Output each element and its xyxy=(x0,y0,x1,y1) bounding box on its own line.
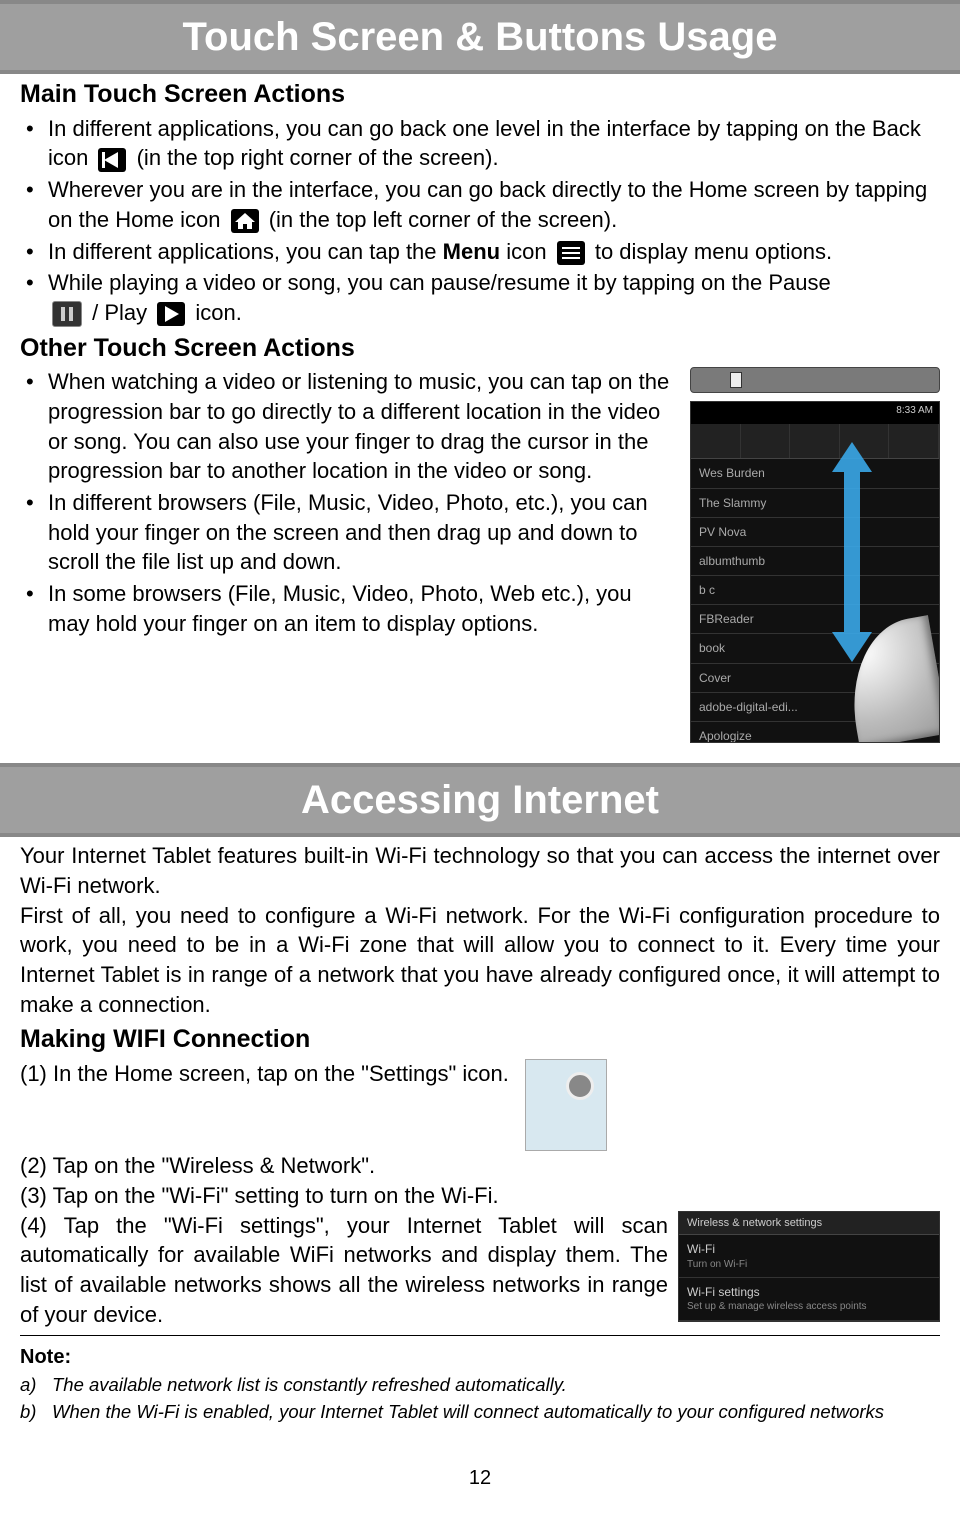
step-text: (1) In the Home screen, tap on the "Sett… xyxy=(20,1061,509,1086)
note-label: b) xyxy=(20,1400,42,1425)
list-item: In some browsers (File, Music, Video, Ph… xyxy=(20,579,678,638)
note-item: a) The available network list is constan… xyxy=(20,1373,940,1398)
body-text: When watching a video or listening to mu… xyxy=(48,369,669,483)
settings-icon-thumbnail xyxy=(525,1059,607,1151)
list-item: albumthumb xyxy=(691,547,939,576)
note-text: The available network list is constantly… xyxy=(52,1373,567,1398)
thumb-header: Wireless & network settings xyxy=(679,1212,939,1236)
back-icon xyxy=(98,148,126,172)
other-bullet-list: When watching a video or listening to mu… xyxy=(20,367,678,638)
body-text: In different applications, you can tap t… xyxy=(48,239,443,264)
list-item: In different browsers (File, Music, Vide… xyxy=(20,488,678,577)
list-item: PV Nova xyxy=(691,518,939,547)
note-item: b) When the Wi-Fi is enabled, your Inter… xyxy=(20,1400,940,1425)
progress-bar-graphic xyxy=(690,367,940,393)
heading-wifi-connection: Making WIFI Connection xyxy=(20,1023,940,1057)
list-item: When watching a video or listening to mu… xyxy=(20,367,678,486)
wifi-settings-thumbnail: Wireless & network settings Wi-Fi Turn o… xyxy=(678,1211,940,1322)
body-text: icon xyxy=(500,239,546,264)
note-text: When the Wi-Fi is enabled, your Internet… xyxy=(52,1400,884,1425)
body-text: icon. xyxy=(195,300,241,325)
page-number: 12 xyxy=(20,1465,940,1492)
body-text: / Play xyxy=(92,300,153,325)
banner-touch-screen: Touch Screen & Buttons Usage xyxy=(0,0,960,74)
main-bullet-list: In different applications, you can go ba… xyxy=(20,114,940,328)
list-item: In different applications, you can tap t… xyxy=(20,237,940,267)
list-item: The Slammy xyxy=(691,489,939,518)
phone-screenshot: 8:33 AM Wes Burden The Slammy PV Nova al… xyxy=(690,401,940,743)
body-text: (in the top right corner of the screen). xyxy=(137,145,499,170)
step-text: (3) Tap on the "Wi-Fi" setting to turn o… xyxy=(20,1181,940,1211)
list-item: b c xyxy=(691,576,939,605)
body-text: to display menu options. xyxy=(595,239,832,264)
thumb-row-sub: Turn on Wi-Fi xyxy=(687,1258,931,1272)
step-text: (2) Tap on the "Wireless & Network". xyxy=(20,1151,940,1181)
list-item: Wherever you are in the interface, you c… xyxy=(20,175,940,234)
body-text: While playing a video or song, you can p… xyxy=(48,270,831,295)
thumb-row: Wi-Fi Turn on Wi-Fi xyxy=(679,1235,939,1278)
thumb-row-title: Wi-Fi xyxy=(687,1241,931,1257)
divider xyxy=(20,1335,940,1336)
body-text: In some browsers (File, Music, Video, Ph… xyxy=(48,581,632,636)
thumb-row-title: Wi-Fi settings xyxy=(687,1284,931,1300)
pause-icon xyxy=(52,301,82,327)
body-text: In different browsers (File, Music, Vide… xyxy=(48,490,648,574)
list-item: Wes Burden xyxy=(691,459,939,488)
banner-accessing-internet: Accessing Internet xyxy=(0,763,960,837)
list-item: While playing a video or song, you can p… xyxy=(20,268,940,327)
body-text-bold: Menu xyxy=(443,239,500,264)
note-list: a) The available network list is constan… xyxy=(20,1373,940,1425)
body-text: First of all, you need to configure a Wi… xyxy=(20,901,940,1020)
play-icon xyxy=(157,302,185,326)
body-text: (in the top left corner of the screen). xyxy=(269,207,618,232)
heading-other-touch: Other Touch Screen Actions xyxy=(20,332,940,366)
clock-text: 8:33 AM xyxy=(896,405,933,416)
illustration-scroll-gesture: 8:33 AM Wes Burden The Slammy PV Nova al… xyxy=(690,367,940,743)
heading-main-touch: Main Touch Screen Actions xyxy=(20,78,940,112)
thumb-row-sub: Set up & manage wireless access points xyxy=(687,1300,931,1314)
menu-icon xyxy=(557,241,585,265)
status-bar: 8:33 AM xyxy=(691,402,939,424)
list-item: In different applications, you can go ba… xyxy=(20,114,940,173)
thumb-row: Wi-Fi settings Set up & manage wireless … xyxy=(679,1278,939,1321)
body-text: Your Internet Tablet features built-in W… xyxy=(20,841,940,900)
note-label: a) xyxy=(20,1373,42,1398)
note-heading: Note: xyxy=(20,1344,940,1371)
home-icon xyxy=(231,209,259,233)
phone-tabs xyxy=(691,424,939,459)
